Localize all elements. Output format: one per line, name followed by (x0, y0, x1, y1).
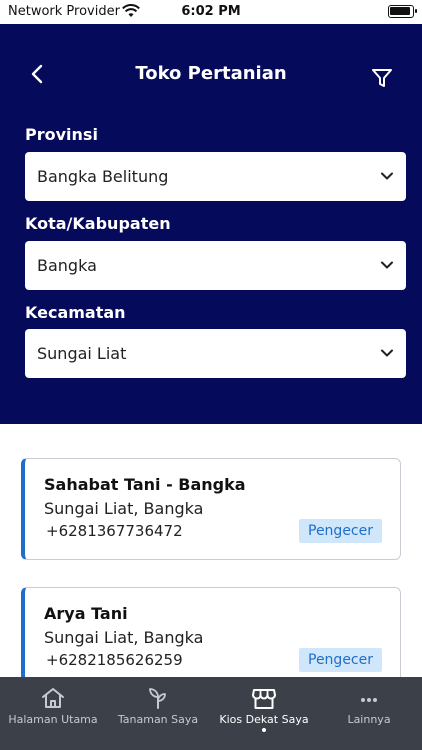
province-value: Bangka Belitung (37, 167, 169, 186)
clock: 6:02 PM (181, 4, 241, 19)
store-name: Sahabat Tani - Bangka (44, 475, 246, 494)
tab-label: Lainnya (347, 713, 391, 726)
chevron-down-icon (381, 172, 393, 180)
store-type-badge: Pengecer (299, 648, 382, 672)
store-name: Arya Tani (44, 604, 128, 623)
tab-home[interactable]: Halaman Utama (0, 677, 106, 750)
tab-nearby-kiosk[interactable]: Kios Dekat Saya (211, 677, 317, 750)
store-icon (252, 689, 276, 709)
province-select[interactable]: Bangka Belitung (25, 152, 406, 201)
store-location: Sungai Liat, Bangka (44, 628, 204, 647)
district-select[interactable]: Sungai Liat (25, 329, 406, 378)
tab-label: Kios Dekat Saya (219, 713, 309, 726)
store-card[interactable]: Arya Tani Sungai Liat, Bangka +628218562… (21, 587, 401, 689)
battery-icon (388, 5, 417, 18)
status-bar: Network Provider 6:02 PM (0, 0, 422, 24)
more-icon (361, 698, 377, 702)
page-title: Toko Pertanian (135, 63, 287, 84)
active-tab-indicator (262, 728, 266, 732)
store-type-badge: Pengecer (299, 519, 382, 543)
chevron-down-icon (381, 261, 393, 269)
header: Toko Pertanian Provinsi Bangka Belitung … (0, 24, 422, 424)
store-location: Sungai Liat, Bangka (44, 499, 204, 518)
store-card[interactable]: Sahabat Tani - Bangka Sungai Liat, Bangk… (21, 458, 401, 560)
city-label: Kota/Kabupaten (25, 214, 171, 233)
store-phone: +6282185626259 (46, 651, 183, 669)
home-icon (42, 688, 64, 708)
sprout-icon (149, 688, 166, 709)
city-select[interactable]: Bangka (25, 241, 406, 290)
store-phone: +6281367736472 (46, 522, 183, 540)
tab-label: Halaman Utama (8, 713, 98, 726)
district-value: Sungai Liat (37, 344, 127, 363)
district-label: Kecamatan (25, 303, 126, 322)
bottom-tab-bar: Halaman Utama Tanaman Saya Kios Dekat Sa… (0, 677, 422, 750)
tab-more[interactable]: Lainnya (316, 677, 422, 750)
city-value: Bangka (37, 256, 97, 275)
tab-my-plants[interactable]: Tanaman Saya (105, 677, 211, 750)
chevron-down-icon (381, 349, 393, 357)
province-label: Provinsi (25, 125, 98, 144)
filter-icon[interactable] (371, 67, 393, 89)
tab-label: Tanaman Saya (117, 713, 199, 726)
